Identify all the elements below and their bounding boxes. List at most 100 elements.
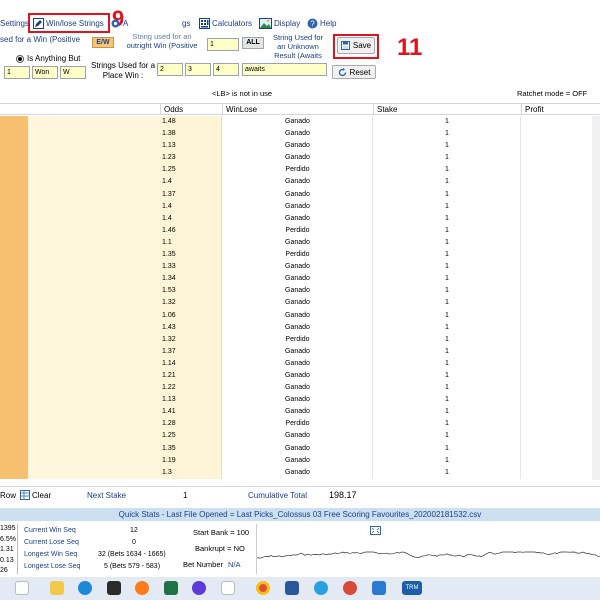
stake-cell[interactable]: 1	[373, 249, 521, 262]
winlose-cell[interactable]: Ganado	[222, 406, 373, 419]
row-selector-cell[interactable]	[0, 454, 160, 467]
winlose-cell[interactable]: Ganado	[222, 140, 373, 153]
odds-cell[interactable]: 1.06	[160, 309, 222, 322]
stake-cell[interactable]: 1	[373, 418, 521, 431]
row-selector-cell[interactable]	[0, 333, 160, 346]
win-string-input-2[interactable]: Won	[32, 66, 58, 79]
odds-cell[interactable]: 1.14	[160, 357, 222, 370]
odds-cell[interactable]: 1.34	[160, 273, 222, 286]
winlose-cell[interactable]: Ganado	[222, 442, 373, 455]
expand-chart-icon[interactable]	[370, 526, 381, 535]
profit-cell[interactable]	[521, 466, 600, 479]
table-row[interactable]: 1.3 Ganado 1	[0, 466, 600, 479]
stake-cell[interactable]: 1	[373, 140, 521, 153]
odds-cell[interactable]: 1.13	[160, 140, 222, 153]
header-stake[interactable]: Stake	[373, 104, 521, 115]
odds-cell[interactable]: 1.32	[160, 297, 222, 310]
winlose-cell[interactable]: Ganado	[222, 466, 373, 479]
profit-cell[interactable]	[521, 176, 600, 189]
odds-cell[interactable]: 1.46	[160, 224, 222, 237]
row-selector-cell[interactable]	[0, 140, 160, 153]
stake-cell[interactable]: 1	[373, 236, 521, 250]
winlose-cell[interactable]: Ganado	[222, 212, 373, 225]
odds-cell[interactable]: 1.37	[160, 188, 222, 201]
row-selector-cell[interactable]	[0, 285, 160, 298]
winlose-cell[interactable]: Perdido	[222, 164, 373, 177]
table-row[interactable]: 1.32 Ganado 1	[0, 297, 600, 310]
table-row[interactable]: 1.28 Perdido 1	[0, 418, 600, 431]
odds-cell[interactable]: 1.4	[160, 212, 222, 225]
place-string-input-1[interactable]: 2	[157, 63, 183, 76]
table-row[interactable]: 1.38 Ganado 1	[0, 128, 600, 141]
reset-button[interactable]: Reset	[332, 65, 376, 79]
row-selector-cell[interactable]	[0, 236, 160, 250]
odds-cell[interactable]: 1.32	[160, 333, 222, 346]
stake-cell[interactable]: 1	[373, 454, 521, 467]
table-row[interactable]: 1.37 Ganado 1	[0, 188, 600, 201]
profit-cell[interactable]	[521, 249, 600, 262]
winlose-cell[interactable]: Ganado	[222, 152, 373, 165]
is-anything-but-option[interactable]: Is Anything But	[16, 54, 80, 63]
winlose-cell[interactable]: Ganado	[222, 321, 373, 334]
display-menu[interactable]: Display	[259, 17, 300, 29]
profit-cell[interactable]	[521, 321, 600, 334]
header-profit[interactable]: Profit	[521, 104, 600, 115]
profit-cell[interactable]	[521, 454, 600, 467]
profit-cell[interactable]	[521, 188, 600, 201]
odds-cell[interactable]: 1.3	[160, 466, 222, 479]
table-row[interactable]: 1.43 Ganado 1	[0, 321, 600, 334]
winlose-cell[interactable]: Ganado	[222, 128, 373, 141]
table-row[interactable]: 1.06 Ganado 1	[0, 309, 600, 322]
table-row[interactable]: 1.35 Perdido 1	[0, 249, 600, 262]
winlose-cell[interactable]: Ganado	[222, 188, 373, 201]
profit-cell[interactable]	[521, 394, 600, 407]
stake-cell[interactable]: 1	[373, 321, 521, 334]
ew-button[interactable]: E/W	[92, 37, 114, 48]
search-icon[interactable]	[15, 581, 29, 595]
table-row[interactable]: 1.4 Ganado 1	[0, 176, 600, 189]
winlose-cell[interactable]: Ganado	[222, 116, 373, 129]
winlose-cell[interactable]: Ganado	[222, 369, 373, 383]
header-odds[interactable]: Odds	[160, 104, 222, 115]
profit-cell[interactable]	[521, 200, 600, 213]
win-string-input-1[interactable]: 1	[4, 66, 30, 79]
stake-cell[interactable]: 1	[373, 466, 521, 479]
odds-cell[interactable]: 1.19	[160, 454, 222, 467]
stake-cell[interactable]: 1	[373, 357, 521, 370]
stake-cell[interactable]: 1	[373, 394, 521, 407]
profit-cell[interactable]	[521, 128, 600, 141]
excel-icon[interactable]	[164, 581, 178, 595]
profit-cell[interactable]	[521, 406, 600, 419]
stake-cell[interactable]: 1	[373, 128, 521, 141]
place-string-input-2[interactable]: 3	[185, 63, 211, 76]
profit-cell[interactable]	[521, 224, 600, 237]
odds-cell[interactable]: 1.22	[160, 382, 222, 395]
profit-cell[interactable]	[521, 164, 600, 177]
stake-cell[interactable]: 1	[373, 285, 521, 298]
settings-menu[interactable]: Settings	[0, 17, 29, 29]
clear-button[interactable]: Clear	[20, 490, 51, 500]
row-selector-cell[interactable]	[0, 418, 160, 431]
stake-cell[interactable]: 1	[373, 212, 521, 225]
table-row[interactable]: 1.32 Perdido 1	[0, 333, 600, 346]
gs-menu[interactable]: gs	[182, 17, 190, 29]
place-string-input-3[interactable]: 4	[213, 63, 239, 76]
table-row[interactable]: 1.41 Ganado 1	[0, 406, 600, 419]
odds-cell[interactable]: 1.4	[160, 200, 222, 213]
table-row[interactable]: 1.25 Perdido 1	[0, 164, 600, 177]
save-button[interactable]: Save	[337, 37, 375, 54]
odds-cell[interactable]: 1.53	[160, 285, 222, 298]
row-selector-cell[interactable]	[0, 128, 160, 141]
winlose-cell[interactable]: Ganado	[222, 430, 373, 443]
odds-cell[interactable]: 1.28	[160, 418, 222, 431]
winlose-cell[interactable]: Perdido	[222, 333, 373, 346]
odds-cell[interactable]: 1.48	[160, 116, 222, 129]
profit-cell[interactable]	[521, 152, 600, 165]
table-row[interactable]: 1.53 Ganado 1	[0, 285, 600, 298]
stake-cell[interactable]: 1	[373, 345, 521, 358]
table-row[interactable]: 1.23 Ganado 1	[0, 152, 600, 165]
telegram-icon[interactable]	[314, 581, 328, 595]
winlose-cell[interactable]: Ganado	[222, 345, 373, 358]
winlose-cell[interactable]: Ganado	[222, 297, 373, 310]
odds-cell[interactable]: 1.35	[160, 442, 222, 455]
